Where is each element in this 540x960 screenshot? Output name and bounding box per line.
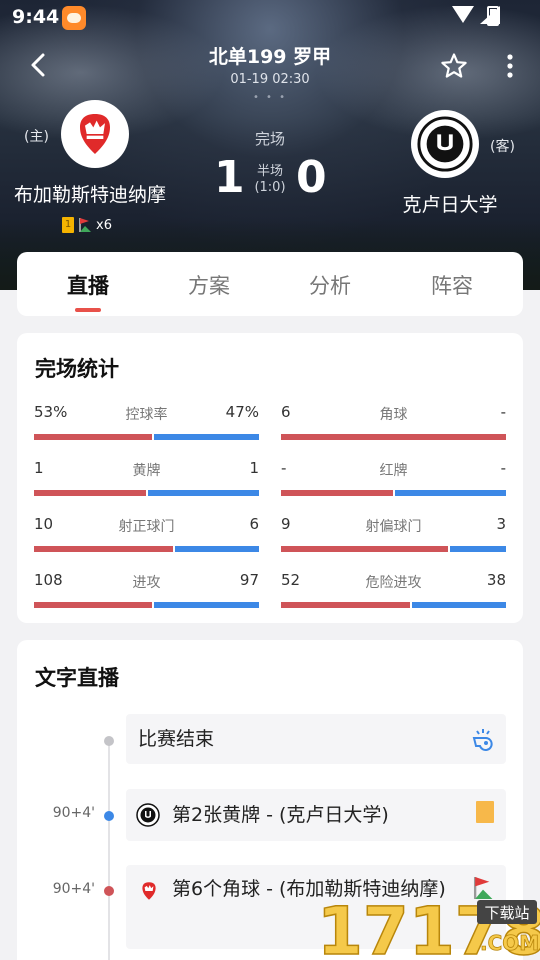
more-vertical-icon bbox=[507, 54, 513, 78]
home-events: 1 x6 bbox=[62, 217, 112, 233]
timeline-line bbox=[108, 740, 110, 960]
home-team-logo[interactable] bbox=[61, 100, 129, 168]
stat-row: 6 角球 - bbox=[281, 403, 506, 453]
stat-bar bbox=[281, 434, 506, 440]
stat-bar bbox=[34, 490, 259, 496]
corner-count: x6 bbox=[96, 217, 112, 233]
stat-name: 射正球门 bbox=[118, 519, 175, 535]
live-event-text: 第2张黄牌 - (克卢日大学) bbox=[172, 804, 389, 826]
stat-bar-away bbox=[175, 546, 259, 552]
stat-bar-away bbox=[450, 546, 506, 552]
tab-bar: 直播 方案 分析 阵容 bbox=[17, 252, 523, 316]
match-status: 完场 bbox=[254, 130, 285, 148]
stat-row: 10 射正球门 6 bbox=[34, 515, 259, 565]
stat-bar bbox=[281, 546, 506, 552]
stat-bar-home bbox=[281, 546, 448, 552]
home-tag: (主) bbox=[24, 129, 49, 145]
stat-away-value: 97 bbox=[239, 571, 259, 589]
live-event[interactable]: 第2张黄牌 - (克卢日大学) bbox=[126, 789, 506, 841]
timeline-dot bbox=[104, 886, 114, 896]
battery-icon bbox=[487, 6, 499, 26]
stat-bar bbox=[34, 602, 259, 608]
home-team-name: 布加勒斯特迪纳摩 bbox=[13, 184, 166, 206]
stats-title: 完场统计 bbox=[35, 357, 119, 381]
stat-name: 进攻 bbox=[132, 575, 161, 591]
live-event[interactable]: 比赛结束 bbox=[126, 714, 506, 764]
away-tag: (客) bbox=[490, 139, 515, 155]
stat-name: 黄牌 bbox=[132, 463, 161, 479]
stat-bar-home bbox=[34, 546, 173, 552]
timeline-dot bbox=[104, 811, 114, 821]
dinamo-small-icon bbox=[142, 882, 156, 900]
tab-live[interactable]: 直播 bbox=[38, 270, 138, 300]
tab-lineup[interactable]: 阵容 bbox=[402, 270, 502, 300]
page-indicator: • • • bbox=[252, 92, 288, 103]
watermark-logo: 17178 下载站 .COM bbox=[315, 892, 540, 960]
status-bar: 9:44 bbox=[0, 0, 540, 36]
stat-bar-home bbox=[281, 490, 393, 496]
stat-bar bbox=[34, 546, 259, 552]
timeline-dot bbox=[104, 736, 114, 746]
favorite-button[interactable] bbox=[440, 52, 468, 80]
yellow-card-icon bbox=[476, 801, 494, 823]
corner-flag-icon bbox=[79, 218, 91, 232]
stat-row: 9 射偏球门 3 bbox=[281, 515, 506, 565]
stat-name: 射偏球门 bbox=[365, 519, 422, 535]
dinamo-crest-icon bbox=[80, 114, 110, 154]
u-cluj-crest-icon bbox=[417, 116, 473, 172]
tab-analysis[interactable]: 分析 bbox=[280, 270, 380, 300]
stat-away-value: 6 bbox=[249, 515, 259, 533]
stat-bar-home bbox=[281, 434, 506, 440]
stat-name: 红牌 bbox=[379, 463, 408, 479]
away-team-name: 克卢日大学 bbox=[402, 194, 498, 216]
watermark-domain: .COM bbox=[480, 931, 539, 955]
stat-name: 危险进攻 bbox=[365, 575, 422, 591]
watermark-sub: 下载站 bbox=[484, 904, 529, 922]
half-time-score: (1:0) bbox=[254, 180, 286, 195]
stat-bar-home bbox=[34, 490, 146, 496]
u-cluj-small-icon bbox=[136, 803, 160, 827]
stat-bar bbox=[281, 490, 506, 496]
stat-bar-away bbox=[154, 434, 259, 440]
stat-away-value: 1 bbox=[249, 459, 259, 477]
away-score: 0 bbox=[296, 152, 327, 203]
half-time-label: 半场 bbox=[256, 164, 283, 179]
stat-away-value: 38 bbox=[486, 571, 506, 589]
stats-card: 完场统计 53% 控球率 47% 6 角球 -1 黄牌 1- 红牌 -10 射正球门 6 9 射偏球门 3 1… bbox=[17, 333, 523, 623]
stat-row: 53% 控球率 47% bbox=[34, 403, 259, 453]
wifi-icon bbox=[452, 6, 474, 24]
yellow-card-icon: 1 bbox=[62, 217, 74, 233]
event-minute: 90+4' bbox=[52, 805, 95, 821]
stat-bar-home bbox=[34, 602, 152, 608]
star-icon bbox=[441, 53, 467, 78]
stat-bar bbox=[34, 434, 259, 440]
event-minute: 90+4' bbox=[52, 881, 95, 897]
stat-bar-away bbox=[148, 490, 259, 496]
more-button[interactable] bbox=[500, 52, 520, 80]
app-notification-icon bbox=[62, 6, 86, 30]
away-team-logo[interactable] bbox=[411, 110, 479, 178]
status-time: 9:44 bbox=[12, 6, 60, 28]
stat-bar-home bbox=[281, 602, 410, 608]
stat-away-value: - bbox=[500, 459, 506, 477]
tab-plans[interactable]: 方案 bbox=[159, 270, 259, 300]
stat-row: 1 黄牌 1 bbox=[34, 459, 259, 509]
stat-row: 52 危险进攻 38 bbox=[281, 571, 506, 621]
live-title: 文字直播 bbox=[35, 666, 119, 690]
stat-bar bbox=[281, 602, 506, 608]
stat-bar-away bbox=[412, 602, 506, 608]
whistle-icon bbox=[472, 729, 493, 751]
stat-away-value: 47% bbox=[225, 403, 259, 421]
stat-row: 108 进攻 97 bbox=[34, 571, 259, 621]
stat-name: 角球 bbox=[379, 407, 408, 423]
live-event-text: 比赛结束 bbox=[138, 728, 215, 750]
active-tab-indicator bbox=[75, 308, 101, 312]
stat-away-value: - bbox=[500, 403, 506, 421]
stat-away-value: 3 bbox=[496, 515, 506, 533]
stat-bar-away bbox=[395, 490, 506, 496]
stat-bar-home bbox=[34, 434, 152, 440]
stat-row: - 红牌 - bbox=[281, 459, 506, 509]
stat-bar-away bbox=[154, 602, 259, 608]
